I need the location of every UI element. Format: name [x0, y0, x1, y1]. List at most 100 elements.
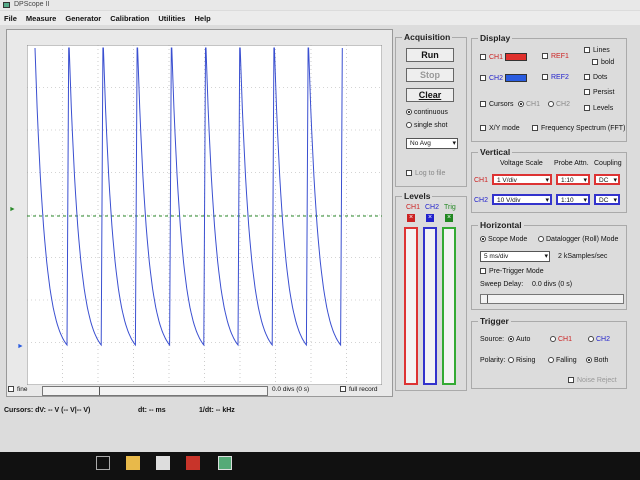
- ch2-level-marker[interactable]: ►: [17, 343, 24, 350]
- trigger-ch2-radio[interactable]: [588, 336, 594, 343]
- voltage-scale-header: Voltage Scale: [500, 160, 543, 167]
- ch2-probe-attn-select[interactable]: 1:10: [556, 194, 590, 206]
- cursor-ch2-label: CH2: [556, 101, 571, 108]
- vertical-ch1-label: CH1: [474, 177, 489, 184]
- run-button[interactable]: Run: [406, 48, 454, 62]
- cursors-checkbox[interactable]: [480, 101, 486, 108]
- ref1-checkbox[interactable]: [542, 53, 548, 60]
- menu-file[interactable]: File: [4, 14, 17, 23]
- sweep-delay-thumb[interactable]: [487, 295, 488, 303]
- polarity-both-radio[interactable]: [586, 357, 592, 364]
- stop-button[interactable]: Stop: [406, 68, 454, 82]
- horizontal-position-scrollbar[interactable]: [42, 386, 268, 396]
- full-record-checkbox[interactable]: [340, 386, 346, 393]
- xy-mode-checkbox[interactable]: [480, 125, 486, 132]
- ch1-color-swatch[interactable]: [505, 53, 528, 61]
- ref2-label: REF2: [551, 74, 569, 81]
- ch2-level-close-icon[interactable]: ×: [426, 214, 434, 222]
- trigger-ch1-label: CH1: [558, 336, 573, 343]
- ch2-level-slider[interactable]: [423, 227, 437, 385]
- menu-help[interactable]: Help: [194, 14, 210, 23]
- scope-mode-radio[interactable]: [480, 236, 486, 243]
- continuous-radio[interactable]: [406, 109, 412, 116]
- bold-checkbox[interactable]: [592, 59, 598, 66]
- menu-utilities[interactable]: Utilities: [158, 14, 185, 23]
- ch2-coupling-select[interactable]: DC: [594, 194, 620, 206]
- levels-title: Levels: [402, 191, 433, 201]
- ch2-probe-attn-value: 1:10: [561, 197, 574, 204]
- log-to-file-checkbox[interactable]: [406, 170, 412, 177]
- single-shot-radio[interactable]: [406, 122, 412, 129]
- fft-checkbox[interactable]: [532, 125, 538, 132]
- scope-mode-label: Scope Mode: [488, 236, 528, 243]
- noise-reject-label: Noise Reject: [577, 377, 617, 384]
- trig-level-slider[interactable]: [442, 227, 456, 385]
- fine-label: fine: [17, 386, 28, 393]
- persist-checkbox[interactable]: [584, 89, 590, 96]
- scrollbar-thumb[interactable]: [99, 387, 100, 395]
- ch2-display-checkbox[interactable]: [480, 75, 486, 81]
- acquisition-title: Acquisition: [402, 32, 453, 42]
- vertical-group: Vertical Voltage Scale Probe Attn. Coupl…: [471, 147, 627, 213]
- coupling-header: Coupling: [594, 160, 622, 167]
- pretrigger-label: Pre-Trigger Mode: [489, 268, 544, 275]
- ch2-color-swatch[interactable]: [505, 74, 528, 82]
- ch2-display-label: CH2: [489, 74, 504, 82]
- timebase-select[interactable]: 5 ms/div: [480, 251, 550, 262]
- lines-checkbox[interactable]: [584, 47, 590, 54]
- scope-plot[interactable]: [27, 45, 382, 385]
- dpscope-icon[interactable]: [218, 456, 232, 470]
- cursor-ch2-radio[interactable]: [548, 101, 554, 108]
- cursor-freq-readout: 1/dt: -- kHz: [199, 407, 235, 414]
- windows-store-icon[interactable]: [156, 456, 170, 470]
- menu-calibration[interactable]: Calibration: [110, 14, 149, 23]
- sweep-delay-label: Sweep Delay:: [480, 281, 524, 288]
- acquisition-group: Acquisition Run Stop Clear continuous si…: [395, 32, 467, 187]
- pretrigger-checkbox[interactable]: [480, 268, 486, 275]
- trig-level-close-icon[interactable]: ×: [445, 214, 453, 222]
- menu-generator[interactable]: Generator: [65, 14, 101, 23]
- noise-reject-checkbox[interactable]: [568, 377, 574, 384]
- cursor-dv-readout: Cursors: dV: -- V (-- V|-- V): [4, 407, 91, 414]
- ch1-level-close-icon[interactable]: ×: [407, 214, 415, 222]
- averaging-value: No Avg: [410, 140, 431, 147]
- window-title: DPScope II: [14, 1, 50, 8]
- ch2-voltage-scale-select[interactable]: 10 V/div: [492, 194, 552, 206]
- vertical-ch2-label: CH2: [474, 197, 489, 204]
- media-player-icon[interactable]: [186, 456, 200, 470]
- trigger-auto-radio[interactable]: [508, 336, 514, 343]
- file-explorer-icon[interactable]: [126, 456, 140, 470]
- horizontal-group: Horizontal Scope Mode Datalogger (Roll) …: [471, 220, 627, 310]
- horizontal-position-readout: 0.0 divs (0 s): [272, 386, 310, 393]
- polarity-falling-radio[interactable]: [548, 357, 554, 364]
- levels-ch2-label: CH2: [425, 204, 440, 211]
- ch1-coupling-select[interactable]: DC: [594, 174, 620, 186]
- cursors-label: Cursors: [489, 101, 514, 108]
- averaging-select[interactable]: No Avg: [406, 138, 458, 149]
- ch1-voltage-scale-select[interactable]: 1 V/div: [492, 174, 552, 186]
- menu-measure[interactable]: Measure: [26, 14, 56, 23]
- trigger-ch1-radio[interactable]: [550, 336, 556, 343]
- ch1-level-marker[interactable]: ►: [9, 206, 16, 213]
- log-to-file-label: Log to file: [415, 170, 446, 177]
- single-shot-label: single shot: [414, 122, 448, 129]
- levels-checkbox[interactable]: [584, 105, 590, 112]
- dots-checkbox[interactable]: [584, 74, 590, 81]
- ch1-probe-attn-select[interactable]: 1:10: [556, 174, 590, 186]
- polarity-both-label: Both: [594, 357, 609, 364]
- ref2-checkbox[interactable]: [542, 74, 548, 81]
- datalogger-mode-radio[interactable]: [538, 236, 544, 243]
- ch1-display-checkbox[interactable]: [480, 54, 486, 60]
- app-window: DPScope II File Measure Generator Calibr…: [0, 0, 640, 452]
- ch1-level-slider[interactable]: [404, 227, 418, 385]
- trigger-group: Trigger Source: Auto CH1 CH2 Polarity: R…: [471, 316, 627, 389]
- cursor-ch1-radio[interactable]: [518, 101, 524, 108]
- fine-checkbox[interactable]: [8, 386, 14, 393]
- probe-attn-header: Probe Attn.: [554, 160, 589, 167]
- polarity-rising-radio[interactable]: [508, 357, 514, 364]
- polarity-label: Polarity:: [480, 357, 506, 364]
- clear-button[interactable]: Clear: [406, 88, 454, 102]
- task-view-icon[interactable]: [96, 456, 110, 470]
- sweep-delay-scrollbar[interactable]: [480, 294, 624, 304]
- scope-display[interactable]: ► ►: [6, 29, 393, 397]
